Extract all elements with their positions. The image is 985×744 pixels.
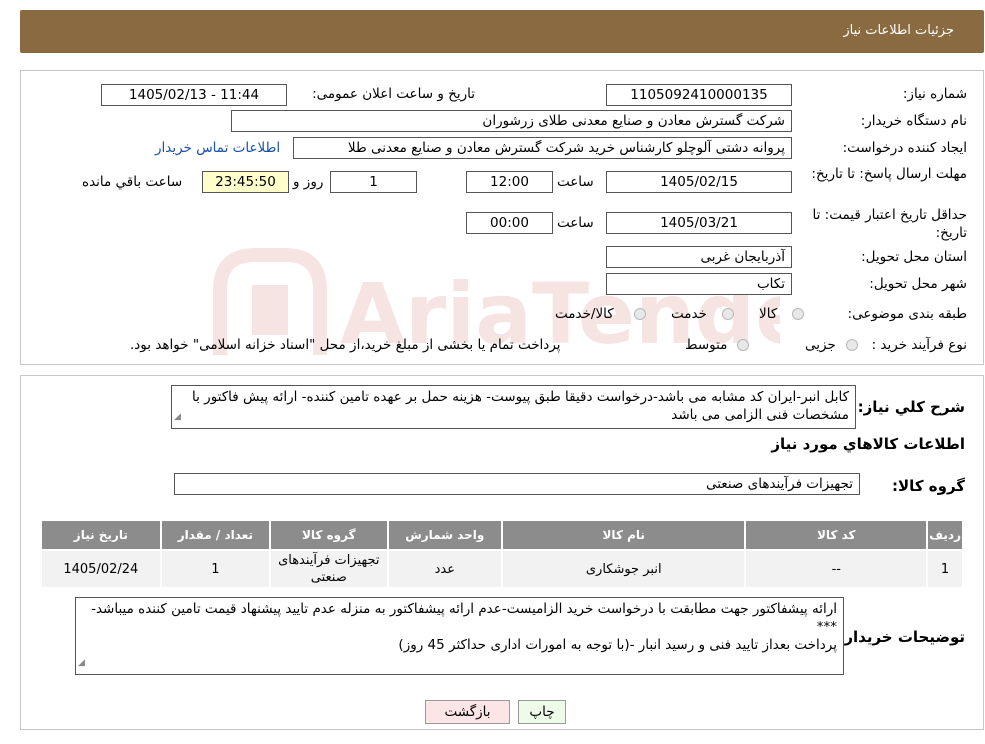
category-radio-goods[interactable] — [792, 308, 804, 320]
category-radio-goods-service[interactable] — [634, 308, 646, 320]
cell-row-number: 1 — [926, 549, 964, 589]
buyer-contact-link[interactable]: اطلاعات تماس خریدار — [155, 140, 280, 156]
category-label: طبقه بندی موضوعی: — [847, 306, 967, 322]
cell-need-date: 1405/02/24 — [40, 549, 162, 589]
process-note: پرداخت تمام یا بخشی از مبلغ خرید،از محل … — [130, 337, 561, 353]
process-option-small: جزیی — [805, 337, 836, 353]
cell-quantity: 1 — [159, 549, 272, 589]
cell-goods-name: انبر جوشکاری — [500, 549, 747, 589]
days-field: 1 — [330, 171, 417, 193]
validity-date-field: 1405/03/21 — [606, 212, 792, 234]
resize-grip-icon[interactable]: ◢ — [174, 408, 181, 426]
category-option-service: خدمت — [671, 306, 707, 322]
col-goods-name: نام کالا — [500, 519, 747, 551]
province-field: آذربایجان غربی — [606, 246, 792, 268]
col-goods-group: گروه کالا — [269, 519, 389, 551]
city-field: تکاب — [606, 273, 792, 295]
col-row-number: رديف — [926, 519, 964, 551]
buyer-org-field: شرکت گسترش معادن و صنایع معدنی طلای زرشو… — [231, 110, 792, 132]
buyer-notes-line-1: ارائه پیشفاکتور جهت مطابقت با درخواست خر… — [91, 601, 837, 635]
remaining-label: ساعت باقي مانده — [82, 174, 183, 190]
days-label: روز و — [293, 174, 324, 190]
deadline-time-field: 12:00 — [466, 171, 553, 193]
goods-table-header: تاریخ نیاز تعداد / مقدار گروه کالا واحد … — [40, 519, 964, 551]
process-radio-medium[interactable] — [737, 339, 749, 351]
col-need-date: تاریخ نیاز — [40, 519, 162, 551]
goods-group-label: گروه کالا: — [892, 477, 965, 495]
city-label: شهر محل تحویل: — [869, 276, 967, 292]
description-textarea[interactable]: کابل انبر-ایران کد مشابه می باشد-درخواست… — [171, 385, 856, 429]
buyer-notes-textarea[interactable]: ارائه پیشفاکتور جهت مطابقت با درخواست خر… — [75, 597, 844, 675]
goods-section-title: اطلاعات کالاهاي مورد نياز — [771, 435, 965, 453]
page-header: جزئیات اطلاعات نیاز — [20, 10, 984, 53]
table-row: 1405/02/24 1 تجهیزات فرآیندهای صنعتی عدد… — [40, 549, 964, 589]
buyer-notes-line-2: پرداخت بعداز تایید فنی و رسید انبار -(با… — [398, 637, 837, 653]
requester-field: پروانه دشتی آلوچلو کارشناس خرید شرکت گست… — [293, 137, 792, 159]
requester-label: ایجاد کننده درخواست: — [842, 140, 967, 156]
category-option-goods-service: کالا/خدمت — [555, 306, 614, 322]
category-option-goods: کالا — [759, 306, 778, 322]
col-quantity: تعداد / مقدار — [159, 519, 272, 551]
validity-label: حداقل تاریخ اعتبار قیمت: تا تاریخ: — [812, 207, 967, 241]
col-goods-code: کد کالا — [744, 519, 929, 551]
cell-goods-code: -- — [744, 549, 929, 589]
announce-label: تاریخ و ساعت اعلان عمومی: — [312, 86, 475, 102]
process-label: نوع فرآیند خرید : — [871, 337, 967, 353]
page-title: جزئیات اطلاعات نیاز — [843, 23, 954, 38]
cell-unit: عدد — [386, 549, 504, 589]
print-button[interactable]: چاپ — [518, 700, 566, 724]
province-label: استان محل تحویل: — [861, 249, 967, 265]
deadline-date-field: 1405/02/15 — [606, 171, 792, 193]
deadline-label: مهلت ارسال پاسخ: تا تاریخ: — [811, 166, 967, 182]
validity-time-field: 00:00 — [466, 212, 553, 234]
process-option-medium: متوسط — [685, 337, 728, 353]
buyer-org-label: نام دستگاه خریدار: — [860, 113, 967, 129]
goods-group-field: تجهیزات فرآیندهای صنعتی — [174, 473, 860, 495]
description-text: کابل انبر-ایران کد مشابه می باشد-درخواست… — [192, 389, 849, 423]
cell-goods-group: تجهیزات فرآیندهای صنعتی — [269, 549, 389, 589]
resize-grip-icon[interactable]: ◢ — [78, 654, 85, 672]
need-number-field: 1105092410000135 — [606, 84, 792, 106]
deadline-time-label: ساعت — [557, 174, 594, 190]
buyer-notes-label: توضیحات خریدار: — [838, 628, 965, 646]
need-number-label: شماره نیاز: — [902, 86, 967, 102]
col-unit: واحد شمارش — [386, 519, 504, 551]
validity-time-label: ساعت — [557, 215, 594, 231]
process-radio-small[interactable] — [846, 339, 858, 351]
announce-field: 1405/02/13 - 11:44 — [101, 84, 287, 106]
category-radio-service[interactable] — [722, 308, 734, 320]
back-button[interactable]: بازگشت — [425, 700, 510, 724]
remaining-time-field: 23:45:50 — [202, 171, 289, 193]
goods-table: تاریخ نیاز تعداد / مقدار گروه کالا واحد … — [40, 519, 964, 589]
description-label: شرح کلي نياز: — [857, 398, 965, 416]
